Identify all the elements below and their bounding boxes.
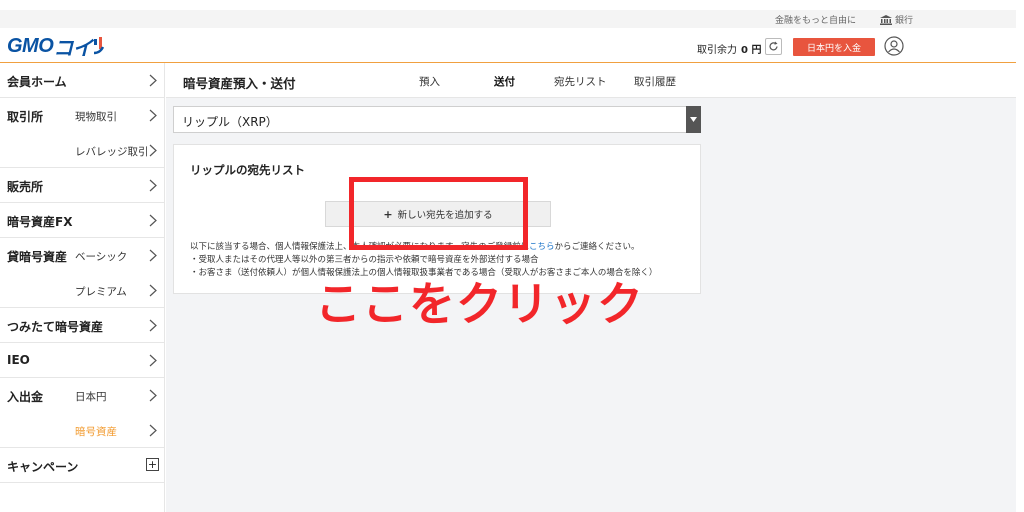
utility-bar: 金融をもっと自由に 銀行 — [0, 10, 1016, 28]
currency-select-value: リップル（XRP） — [182, 115, 278, 129]
chevron-right-icon — [149, 389, 157, 402]
tab-history[interactable]: 取引履歴 — [634, 74, 676, 89]
sidebar-item-lending-premium[interactable]: プレミアム — [0, 273, 165, 308]
tab-address-list[interactable]: 宛先リスト — [554, 74, 607, 89]
tab-send[interactable]: 送付 — [494, 74, 515, 89]
currency-select[interactable]: リップル（XRP） — [173, 106, 701, 133]
highlight-box — [349, 177, 528, 250]
bank-icon — [880, 14, 892, 25]
sidebar-item-retail[interactable]: 販売所 — [0, 168, 165, 203]
refresh-button[interactable] — [765, 38, 782, 55]
sidebar-item-label: 販売所 — [7, 180, 44, 194]
refresh-icon — [769, 41, 778, 51]
sidebar-item-deposit-crypto[interactable]: 暗号資産 — [0, 413, 165, 448]
chevron-right-icon — [149, 249, 157, 262]
content-header: 暗号資産預入・送付 預入 送付 宛先リスト 取引履歴 — [166, 63, 1016, 98]
sidebar-item-label: 会員ホーム — [7, 75, 67, 89]
user-account-icon[interactable] — [884, 36, 904, 56]
notice-text-part: 以下に該当する場合、個人情報保護法 — [190, 242, 335, 252]
tab-deposit[interactable]: 預入 — [419, 74, 440, 89]
sidebar-nav: 会員ホーム 取引所 現物取引 レバレッジ取引 販売所 暗号資産FX 貸暗号資産 … — [0, 63, 165, 512]
expand-plus-icon[interactable]: + — [146, 458, 159, 471]
bank-link[interactable]: 銀行 — [880, 13, 913, 26]
sidebar-subitem-label: レバレッジ取引 — [75, 146, 149, 158]
chevron-right-icon — [149, 424, 157, 437]
gmo-coin-logo[interactable]: GMO コイ — [7, 34, 105, 60]
sidebar-item-campaign[interactable]: キャンペーン + — [0, 448, 165, 483]
sidebar-item-label: キャンペーン — [7, 460, 79, 474]
logo-mark-icon — [94, 37, 105, 55]
logo-coin-text: コイ — [53, 37, 93, 60]
address-list-title: リップルの宛先リスト — [190, 163, 305, 177]
sidebar-item-crypto-fx[interactable]: 暗号資産FX — [0, 203, 165, 238]
chevron-right-icon — [149, 284, 157, 297]
notice-line-2: ・受取人またはその代理人等以外の第三者からの指示や依頼で暗号資産を外部送付する場… — [190, 255, 539, 265]
dropdown-arrow-icon — [686, 106, 701, 133]
click-here-annotation: ここをクリック — [315, 277, 644, 331]
chevron-right-icon — [149, 144, 157, 157]
sidebar-item-exchange-spot[interactable]: 取引所 現物取引 — [0, 98, 165, 133]
sidebar-subitem-label: 暗号資産 — [75, 426, 117, 438]
chevron-right-icon — [149, 354, 157, 367]
balance-label: 取引余力 — [697, 45, 737, 56]
site-header: GMO コイ 取引余力 0 円 日本円を入金 — [0, 28, 1016, 63]
page-title: 暗号資産預入・送付 — [183, 76, 296, 91]
sidebar-item-member-home[interactable]: 会員ホーム — [0, 63, 165, 98]
chevron-right-icon — [149, 74, 157, 87]
sidebar-item-deposit-jpy[interactable]: 入出金 日本円 — [0, 378, 165, 413]
contact-link[interactable]: こちら — [529, 242, 555, 252]
trading-balance: 取引余力 0 円 — [697, 41, 761, 56]
sidebar-item-label: 貸暗号資産 — [7, 250, 68, 264]
sidebar-item-exchange-leverage[interactable]: レバレッジ取引 — [0, 133, 165, 168]
chevron-right-icon — [149, 214, 157, 227]
sidebar-item-label: 入出金 — [7, 390, 44, 404]
sidebar-subitem-label: 現物取引 — [75, 111, 117, 123]
sidebar-item-label: 取引所 — [7, 110, 44, 124]
deposit-jpy-button[interactable]: 日本円を入金 — [793, 38, 875, 56]
sidebar-item-lending-basic[interactable]: 貸暗号資産 ベーシック — [0, 238, 165, 273]
balance-value: 0 円 — [741, 45, 762, 56]
bank-link-label: 銀行 — [895, 16, 914, 26]
sidebar-item-accumulation[interactable]: つみたて暗号資産 — [0, 308, 165, 343]
sidebar-item-label: 暗号資産FX — [7, 215, 73, 229]
freedom-link[interactable]: 金融をもっと自由に — [775, 13, 856, 26]
logo-gmo-text: GMO — [7, 34, 54, 57]
chevron-right-icon — [149, 319, 157, 332]
notice-text-part: からご連絡ください。 — [554, 242, 640, 252]
sidebar-item-label: IEO — [7, 353, 30, 367]
sidebar-subitem-label: プレミアム — [75, 286, 127, 298]
sidebar-item-ieo[interactable]: IEO — [0, 343, 165, 378]
sidebar-item-label: つみたて暗号資産 — [7, 320, 104, 334]
app-root: 金融をもっと自由に 銀行 GMO コイ 取引余力 0 円 日本円を入金 会員ホー… — [0, 0, 1024, 512]
chevron-right-icon — [149, 179, 157, 192]
sidebar-subitem-label: ベーシック — [75, 251, 128, 263]
sidebar-subitem-label: 日本円 — [75, 391, 107, 403]
chevron-right-icon — [149, 109, 157, 122]
